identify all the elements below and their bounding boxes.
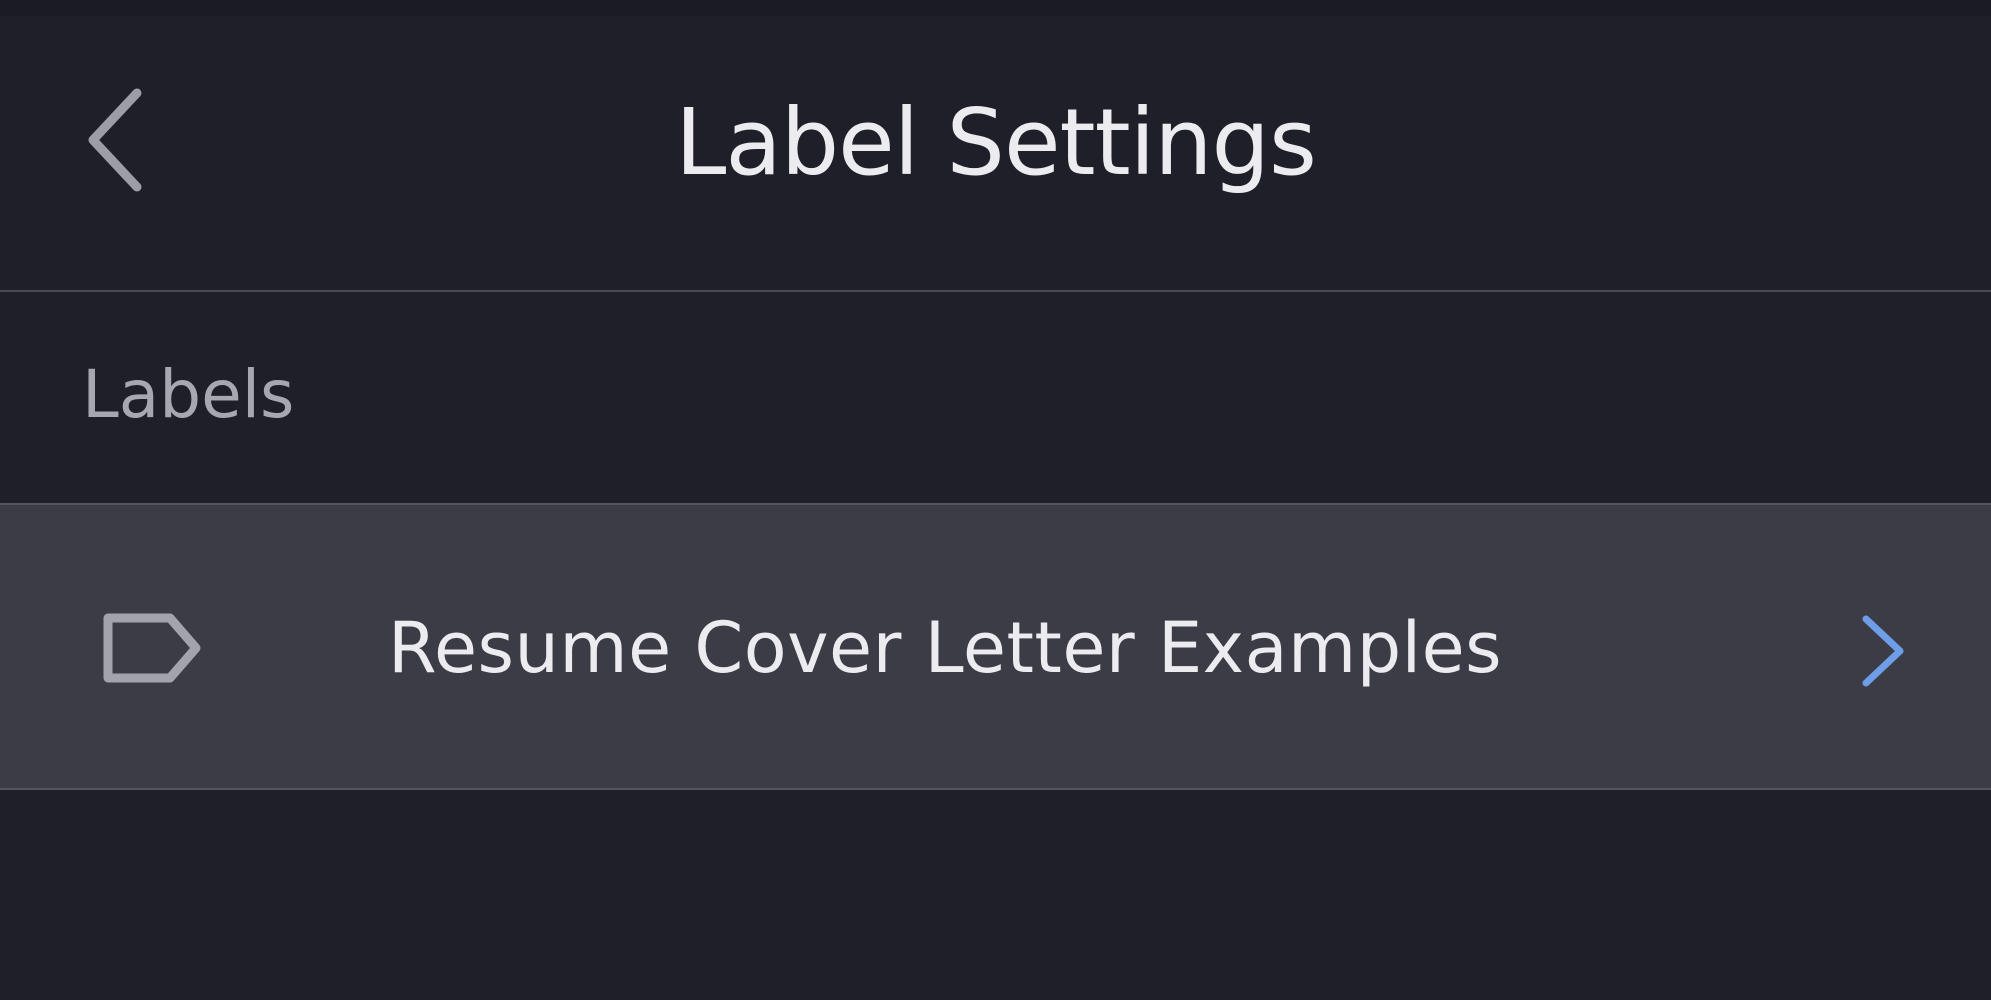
chevron-right-icon xyxy=(1862,615,1904,687)
header-divider xyxy=(0,290,1991,292)
label-list-item[interactable]: Resume Cover Letter Examples xyxy=(0,503,1991,790)
label-tag-icon xyxy=(103,613,201,683)
label-settings-screen: Label Settings Labels Resume Cover Lette… xyxy=(0,0,1991,1000)
page-title: Label Settings xyxy=(675,89,1317,196)
labels-section-header: Labels xyxy=(82,356,295,433)
label-name: Resume Cover Letter Examples xyxy=(388,607,1503,689)
top-app-bar: Label Settings xyxy=(0,0,1991,290)
